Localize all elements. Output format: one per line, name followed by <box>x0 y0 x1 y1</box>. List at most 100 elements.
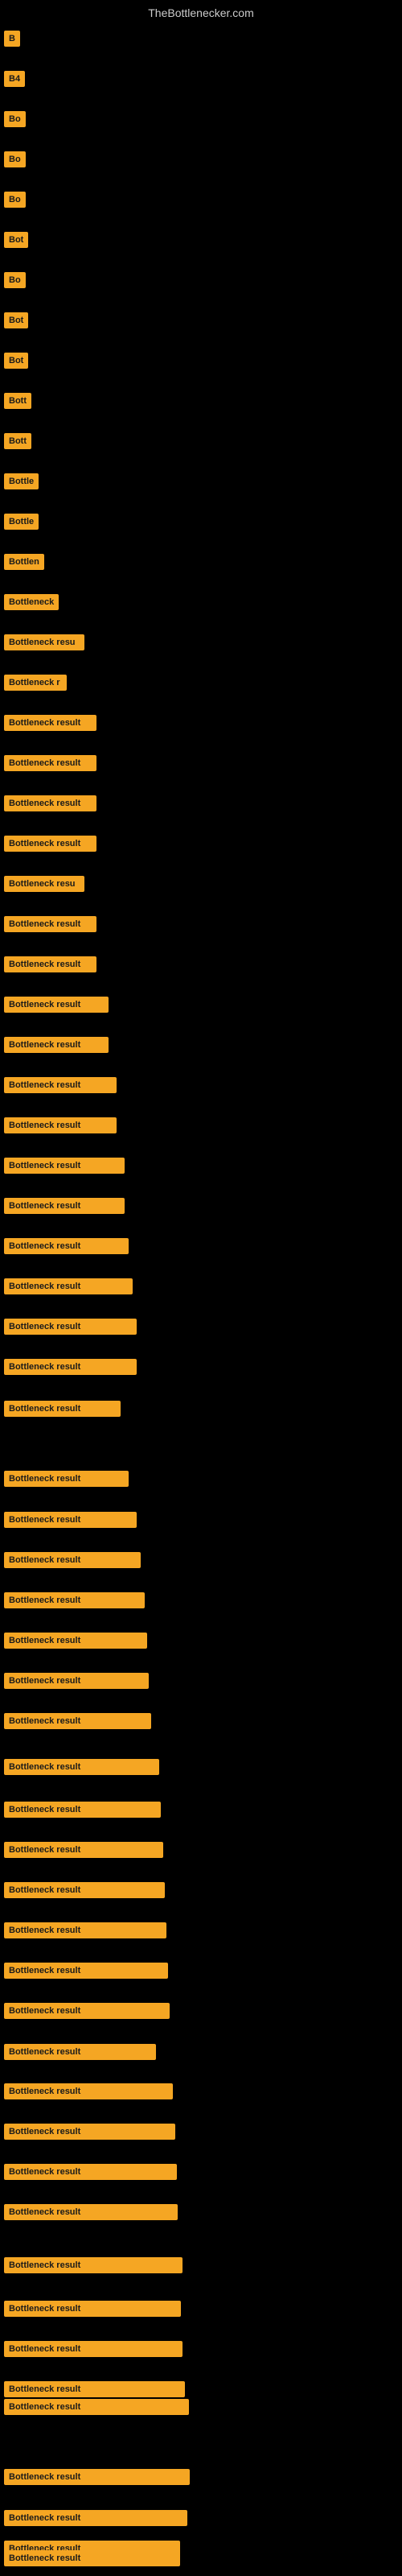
bottleneck-badge: Bottleneck <box>4 594 59 610</box>
bottleneck-badge: Bottleneck result <box>4 755 96 771</box>
badge-row: Bottleneck result <box>4 1158 125 1174</box>
badge-row: Bott <box>4 433 31 449</box>
bottleneck-badge: Bottleneck result <box>4 2003 170 2019</box>
bottleneck-badge: Bottleneck result <box>4 1471 129 1487</box>
bottleneck-badge: Bottleneck result <box>4 1882 165 1898</box>
badge-row: Bottleneck result <box>4 1238 129 1254</box>
bottleneck-badge: Bottleneck result <box>4 836 96 852</box>
bottleneck-badge: Bottleneck result <box>4 1158 125 1174</box>
badge-row: Bottleneck result <box>4 715 96 731</box>
bottleneck-badge: Bottleneck result <box>4 1512 137 1528</box>
bottleneck-badge: Bottlen <box>4 554 44 570</box>
badge-row: Bottlen <box>4 554 44 570</box>
badge-row: Bott <box>4 393 31 409</box>
bottleneck-badge: Bottleneck result <box>4 2083 173 2099</box>
bottleneck-badge: Bottleneck result <box>4 1401 121 1417</box>
bottleneck-badge: Bot <box>4 353 28 369</box>
badge-row: Bottleneck result <box>4 2003 170 2019</box>
bottleneck-badge: Bottleneck result <box>4 997 109 1013</box>
badge-row: Bottleneck result <box>4 2550 180 2566</box>
bottleneck-badge: Bottleneck result <box>4 1359 137 1375</box>
bottleneck-badge: Bottleneck result <box>4 1713 151 1729</box>
badge-row: Bottleneck result <box>4 1359 137 1375</box>
bottleneck-badge: Bottleneck result <box>4 2301 181 2317</box>
badge-row: Bottleneck result <box>4 1802 161 1818</box>
bottleneck-badge: Bottleneck result <box>4 1592 145 1608</box>
bottleneck-badge: Bot <box>4 232 28 248</box>
badge-row: Bottleneck result <box>4 997 109 1013</box>
bottleneck-badge: Bottleneck result <box>4 1319 137 1335</box>
bottleneck-badge: Bottleneck result <box>4 1117 117 1133</box>
badge-row: Bottleneck result <box>4 1759 159 1775</box>
badge-row: Bottleneck result <box>4 1278 133 1294</box>
badge-row: Bottleneck <box>4 594 59 610</box>
bottleneck-badge: Bottleneck result <box>4 1633 147 1649</box>
bottleneck-badge: Bottleneck result <box>4 2341 183 2357</box>
badge-row: Bottleneck result <box>4 1401 121 1417</box>
badge-row: Bottleneck resu <box>4 876 84 892</box>
bottleneck-badge: Bot <box>4 312 28 328</box>
badge-row: Bottleneck result <box>4 1713 151 1729</box>
bottleneck-badge: Bottleneck result <box>4 1842 163 1858</box>
badge-row: Bottleneck result <box>4 2341 183 2357</box>
bottleneck-badge: B4 <box>4 71 25 87</box>
badge-row: Bo <box>4 111 26 127</box>
badge-row: Bo <box>4 151 26 167</box>
badge-row: Bottleneck result <box>4 1592 145 1608</box>
bottleneck-badge: Bottleneck result <box>4 1278 133 1294</box>
bottleneck-badge: Bottleneck result <box>4 1198 125 1214</box>
bottleneck-badge: Bottleneck resu <box>4 634 84 650</box>
bottleneck-badge: Bo <box>4 151 26 167</box>
badge-row: Bottleneck result <box>4 1673 149 1689</box>
badge-row: Bottleneck result <box>4 1552 141 1568</box>
bottleneck-badge: Bottle <box>4 514 39 530</box>
badge-row: Bottleneck result <box>4 916 96 932</box>
badge-row: Bottleneck result <box>4 1963 168 1979</box>
badge-row: Bottleneck result <box>4 795 96 811</box>
bottleneck-badge: Bottle <box>4 473 39 489</box>
bottleneck-badge: Bott <box>4 433 31 449</box>
bottleneck-badge: Bottleneck result <box>4 956 96 972</box>
badge-row: Bottleneck result <box>4 956 96 972</box>
badge-row: Bottleneck result <box>4 2044 156 2060</box>
badge-row: Bottleneck result <box>4 1077 117 1093</box>
badge-row: Bottleneck result <box>4 1842 163 1858</box>
badge-row: Bo <box>4 192 26 208</box>
badge-row: B <box>4 31 20 47</box>
badge-row: Bottleneck result <box>4 1037 109 1053</box>
badge-row: Bottleneck result <box>4 1471 129 1487</box>
bottleneck-badge: Bottleneck result <box>4 1673 149 1689</box>
bottleneck-badge: Bottleneck result <box>4 1759 159 1775</box>
bottleneck-badge: Bo <box>4 111 26 127</box>
badge-row: Bottleneck result <box>4 836 96 852</box>
bottleneck-badge: Bottleneck result <box>4 2204 178 2220</box>
badges-container: B B4 Bo Bo Bo Bot Bo Bot Bot Bott Bott Bottle Bottle… <box>0 23 402 2566</box>
badge-row: Bottleneck result <box>4 1117 117 1133</box>
badge-row: Bottleneck result <box>4 2510 187 2526</box>
bottleneck-badge: Bottleneck result <box>4 795 96 811</box>
bottleneck-badge: Bottleneck result <box>4 2510 187 2526</box>
badge-row: Bottleneck result <box>4 2469 190 2485</box>
bottleneck-badge: Bottleneck result <box>4 1238 129 1254</box>
badge-row: Bottleneck result <box>4 1512 137 1528</box>
badge-row: Bottleneck result <box>4 2164 177 2180</box>
badge-row: Bottleneck result <box>4 2083 173 2099</box>
site-title: TheBottlenecker.com <box>0 0 402 23</box>
bottleneck-badge: Bottleneck resu <box>4 876 84 892</box>
bottleneck-badge: B <box>4 31 20 47</box>
badge-row: Bottleneck result <box>4 2257 183 2273</box>
bottleneck-badge: Bottleneck result <box>4 2550 180 2566</box>
badge-row: Bottleneck result <box>4 2381 185 2397</box>
bottleneck-badge: Bottleneck result <box>4 2257 183 2273</box>
bottleneck-badge: Bottleneck result <box>4 916 96 932</box>
badge-row: Bottle <box>4 514 39 530</box>
bottleneck-badge: Bottleneck result <box>4 2381 185 2397</box>
badge-row: Bo <box>4 272 26 288</box>
bottleneck-badge: Bottleneck result <box>4 1077 117 1093</box>
badge-row: Bottleneck result <box>4 1319 137 1335</box>
badge-row: Bottleneck result <box>4 1198 125 1214</box>
bottleneck-badge: Bottleneck result <box>4 1963 168 1979</box>
badge-row: Bottleneck result <box>4 2204 178 2220</box>
bottleneck-badge: Bottleneck result <box>4 1037 109 1053</box>
bottleneck-badge: Bottleneck result <box>4 2469 190 2485</box>
